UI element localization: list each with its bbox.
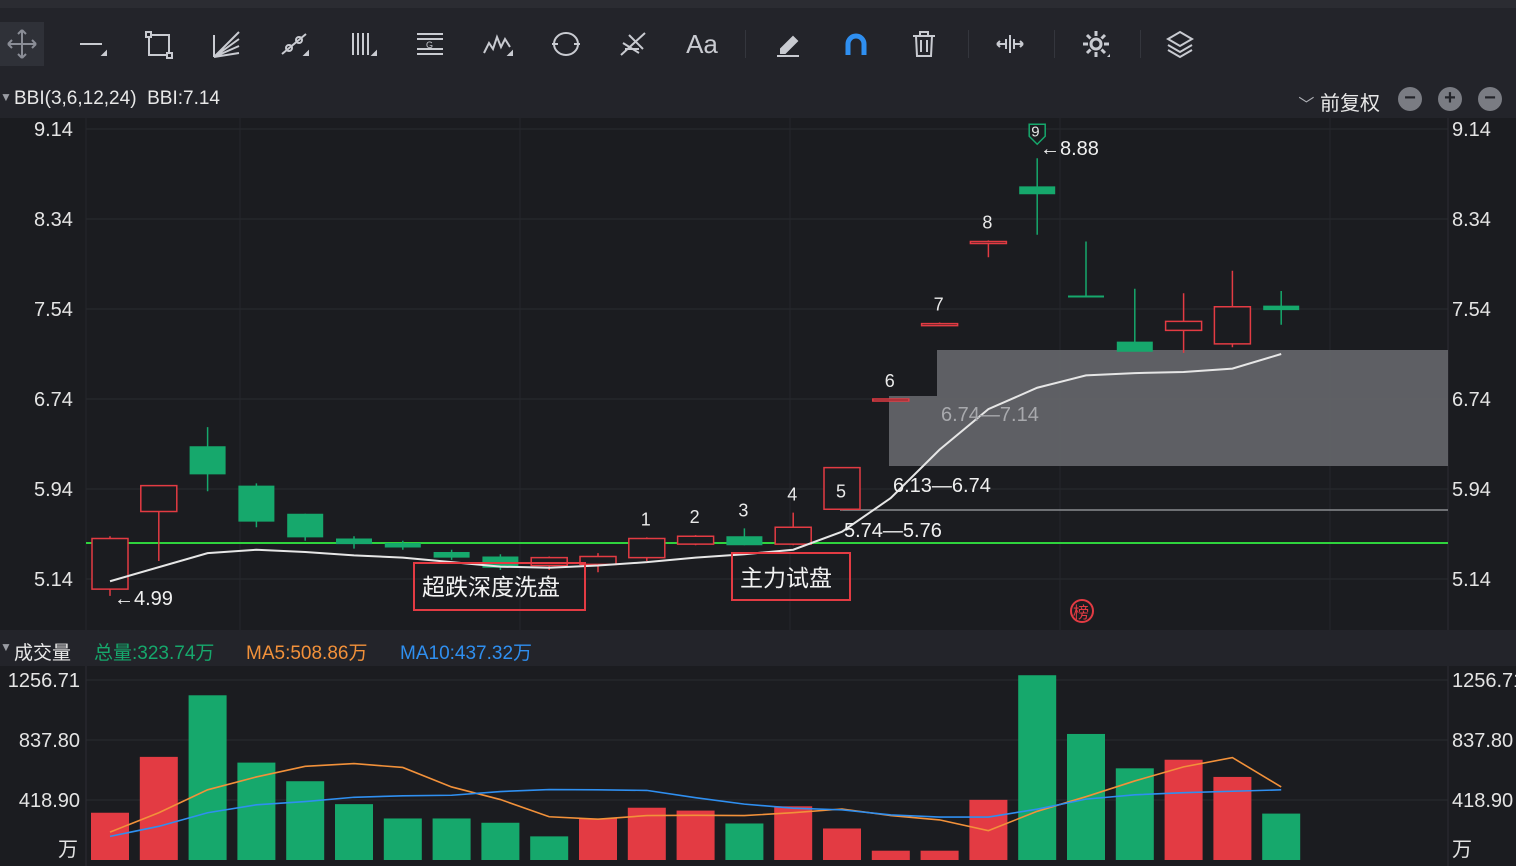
zone-lower-label: 6.13—6.74 <box>893 475 991 497</box>
volume-bar[interactable] <box>871 850 910 860</box>
count-label: 4 <box>787 485 797 505</box>
candle-body[interactable] <box>336 538 372 545</box>
candle-body[interactable] <box>726 536 763 546</box>
bang-badge-text: 榜 <box>1073 603 1089 622</box>
price-tick-left: 5.94 <box>34 479 73 501</box>
volume-bar[interactable] <box>188 695 227 860</box>
volume-bar[interactable] <box>676 810 715 860</box>
candle-body[interactable] <box>238 485 275 522</box>
annotation-washout-text: 超跌深度洗盘 <box>422 575 560 601</box>
candle-body[interactable] <box>433 552 470 558</box>
resistance-zone-upper[interactable] <box>937 350 1448 396</box>
candle-body[interactable] <box>1164 320 1203 332</box>
low-price-marker: ←4.99 <box>114 588 173 610</box>
count-label: 1 <box>641 509 651 529</box>
high-price-marker: ←8.88 <box>1040 138 1099 160</box>
volume-bar[interactable] <box>139 756 178 860</box>
price-tick-left: 5.14 <box>34 569 73 591</box>
volume-bar[interactable] <box>725 823 764 860</box>
candle-body[interactable] <box>140 484 178 513</box>
volume-bar[interactable] <box>774 806 813 860</box>
price-tick-right: 5.94 <box>1452 479 1491 501</box>
candle-body[interactable] <box>91 537 129 590</box>
candle-body[interactable] <box>1068 295 1104 298</box>
count-label: 2 <box>690 507 700 527</box>
price-tick-right: 5.14 <box>1452 569 1491 591</box>
volume-bar[interactable] <box>1115 768 1154 860</box>
candle-body[interactable] <box>969 240 1008 245</box>
zone-upper-label: 6.74—7.14 <box>941 404 1039 426</box>
count-label: 6 <box>885 371 895 391</box>
resistance-line-label: 5.74—5.76 <box>844 520 942 542</box>
count-label: 9 <box>1031 123 1039 140</box>
price-chart[interactable]: 6.74—7.14 6.13—6.74 5.74—5.76 ←8.88 ←4.9… <box>0 0 1516 866</box>
price-tick-left: 9.14 <box>34 119 73 141</box>
volume-unit-left: 万 <box>58 839 78 861</box>
volume-bar[interactable] <box>1018 675 1057 860</box>
volume-bar[interactable] <box>1262 813 1301 860</box>
volume-tick-left: 418.90 <box>19 790 80 812</box>
count-label: 7 <box>934 295 944 315</box>
candle-body[interactable] <box>189 446 226 475</box>
candle-body[interactable] <box>1263 305 1300 311</box>
volume-tick-left: 837.80 <box>19 730 80 752</box>
volume-bar[interactable] <box>481 822 520 860</box>
price-tick-left: 8.34 <box>34 209 73 231</box>
volume-bar[interactable] <box>579 818 617 860</box>
price-tick-left: 7.54 <box>34 299 73 321</box>
volume-bar[interactable] <box>286 781 325 860</box>
volume-bar[interactable] <box>920 850 959 860</box>
volume-unit-right: 万 <box>1452 839 1472 861</box>
price-tick-right: 6.74 <box>1452 389 1491 411</box>
candle-body[interactable] <box>628 537 666 559</box>
volume-bar[interactable] <box>432 818 471 860</box>
candle-body[interactable] <box>676 535 715 545</box>
count-label: 3 <box>738 500 748 520</box>
volume-bar[interactable] <box>1213 776 1252 860</box>
candle-body[interactable] <box>920 322 959 327</box>
volume-tick-right: 837.80 <box>1452 730 1513 752</box>
candle-body[interactable] <box>287 513 324 538</box>
candle-body[interactable] <box>1019 186 1056 195</box>
annotation-test-text: 主力试盘 <box>740 566 832 592</box>
volume-bar[interactable] <box>335 804 373 860</box>
volume-bar[interactable] <box>1164 759 1203 860</box>
price-tick-right: 8.34 <box>1452 209 1491 231</box>
volume-tick-right: 1256.71 <box>1452 670 1516 692</box>
candle-body[interactable] <box>774 526 812 545</box>
price-tick-left: 6.74 <box>34 389 73 411</box>
candle-body[interactable] <box>1116 341 1153 352</box>
volume-tick-right: 418.90 <box>1452 790 1513 812</box>
candle-body[interactable] <box>384 543 421 548</box>
volume-bar[interactable] <box>383 818 422 860</box>
candle-body[interactable] <box>530 556 568 567</box>
price-tick-right: 9.14 <box>1452 119 1491 141</box>
count-label: 8 <box>982 212 992 232</box>
price-tick-right: 7.54 <box>1452 299 1491 321</box>
candle-body[interactable] <box>1213 306 1252 345</box>
volume-bar[interactable] <box>823 828 861 860</box>
volume-tick-left: 1256.71 <box>8 670 80 692</box>
volume-bar[interactable] <box>530 836 569 860</box>
count-label: 5 <box>836 481 846 501</box>
candle-body[interactable] <box>872 398 910 402</box>
